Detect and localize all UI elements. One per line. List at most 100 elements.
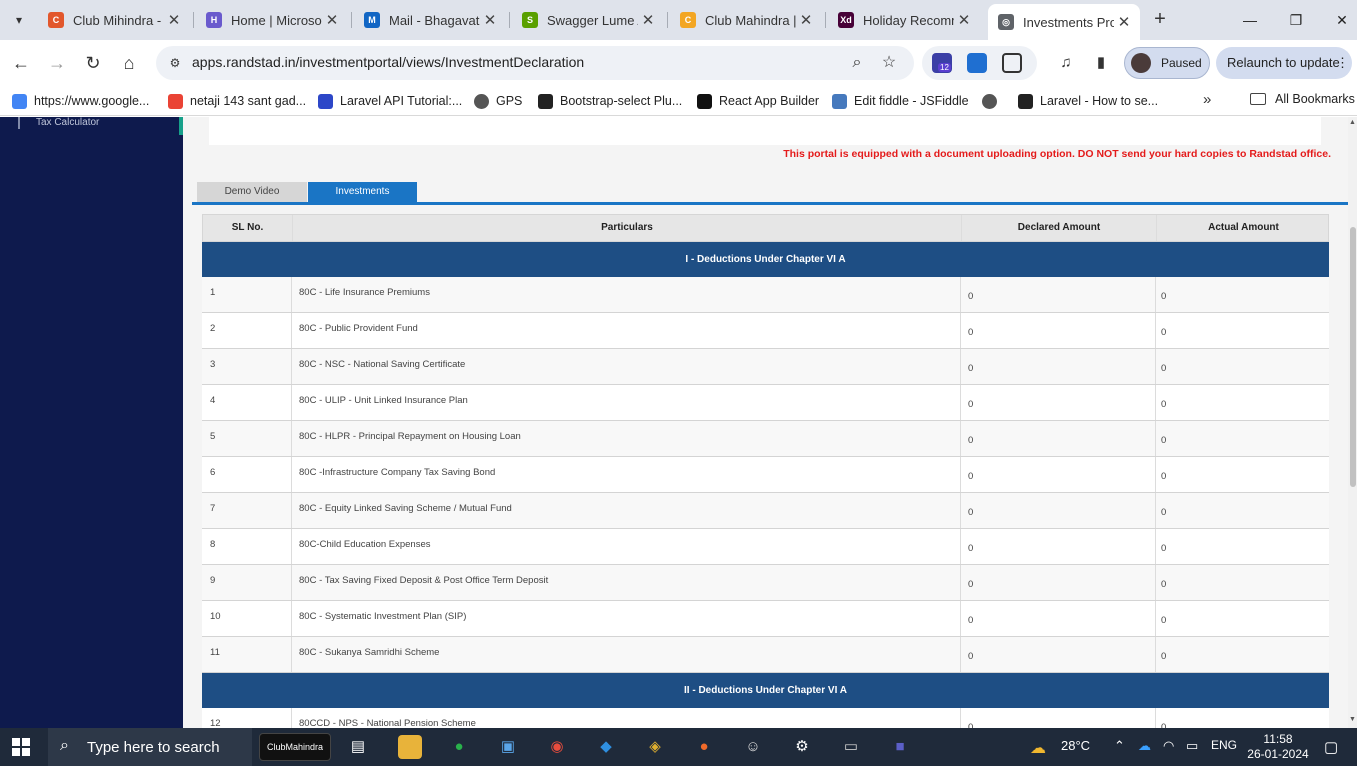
url-text[interactable]: apps.randstad.in/investmentportal/views/… [192, 54, 584, 70]
back-button[interactable]: ← [9, 51, 33, 75]
scroll-down-icon[interactable]: ▼ [1349, 716, 1356, 723]
taskbar-clock[interactable]: 11:58 26-01-2024 [1243, 732, 1313, 762]
all-bookmarks-button[interactable]: All Bookmarks [1250, 92, 1355, 106]
teams-icon[interactable]: ■ [888, 735, 912, 759]
wifi-icon[interactable]: ◠ [1163, 738, 1174, 754]
site-info-icon[interactable]: ⚙ [166, 54, 184, 72]
battery-icon[interactable]: ▭ [1186, 738, 1198, 754]
extensions-puzzle-icon[interactable] [1002, 53, 1022, 73]
task-view-icon[interactable]: ▤ [346, 735, 370, 759]
media-control-icon[interactable]: ♫ [1055, 52, 1077, 74]
tab-separator [509, 12, 510, 28]
address-bar[interactable]: ⚙ apps.randstad.in/investmentportal/view… [156, 46, 914, 80]
sidebar-item-tax-calculator[interactable]: Tax Calculator [36, 117, 99, 128]
declared-amount-cell[interactable]: 0 [961, 313, 1156, 348]
declared-amount-cell[interactable]: 0 [961, 457, 1156, 492]
git-app-icon[interactable]: ◈ [643, 735, 667, 759]
bookmark-item[interactable]: React App Builder [697, 92, 819, 110]
tab-search-button[interactable]: ▾ [6, 8, 32, 32]
start-button[interactable] [12, 738, 30, 756]
reload-button[interactable]: ↻ [81, 51, 105, 75]
browser-tab[interactable]: H Home | Microsof ✕ [196, 6, 348, 34]
scrollbar-thumb[interactable] [1350, 227, 1356, 487]
browser-tab[interactable]: S Swagger Lume A ✕ [512, 6, 664, 34]
bookmark-item[interactable]: Edit fiddle - JSFiddle [832, 92, 969, 110]
minimize-button[interactable]: — [1230, 6, 1270, 34]
particular-cell: 80C - Equity Linked Saving Scheme / Mutu… [292, 493, 961, 528]
vscode-icon[interactable]: ◆ [594, 735, 618, 759]
declared-amount-cell[interactable]: 0 [961, 565, 1156, 600]
taskbar-search[interactable]: ⌕ Type here to search [48, 728, 252, 766]
declared-amount-cell[interactable]: 0 [961, 349, 1156, 384]
declared-amount-cell[interactable]: 0 [961, 385, 1156, 420]
tab-favicon-icon: S [522, 12, 538, 28]
relaunch-button[interactable]: Relaunch to update ⋮ [1216, 47, 1352, 79]
app-green-icon[interactable]: ● [447, 735, 471, 759]
tab-investments[interactable]: Investments [308, 182, 417, 202]
browser-tab[interactable]: Xd Holiday Recomm ✕ [828, 6, 980, 34]
language-indicator[interactable]: ENG [1211, 738, 1237, 752]
declared-amount-cell[interactable]: 0 [961, 708, 1156, 728]
declared-amount-cell[interactable]: 0 [961, 637, 1156, 672]
scroll-up-icon[interactable]: ▲ [1349, 119, 1356, 126]
tab-close-icon[interactable]: ✕ [480, 11, 500, 29]
extension-windows-icon[interactable] [967, 53, 987, 73]
declared-amount-cell[interactable]: 0 [961, 493, 1156, 528]
bookmark-item[interactable]: Laravel - How to se... [1018, 92, 1158, 110]
tray-chevron-up-icon[interactable]: ⌃ [1114, 738, 1125, 754]
close-window-button[interactable]: ✕ [1322, 6, 1357, 34]
declared-amount-cell[interactable]: 0 [961, 601, 1156, 636]
bookmark-item[interactable] [982, 92, 1004, 110]
bookmark-label: Laravel API Tutorial:... [340, 94, 463, 108]
bookmark-item[interactable]: netaji 143 sant gad... [168, 92, 306, 110]
chrome-icon[interactable]: ◉ [545, 735, 569, 759]
weather-icon[interactable]: ☁ [1030, 738, 1046, 758]
settings-gear-icon[interactable]: ⚙ [790, 735, 814, 759]
tab-close-icon[interactable]: ✕ [638, 11, 658, 29]
notification-icon[interactable]: ▢ [1324, 738, 1338, 756]
weather-temp[interactable]: 28°C [1061, 738, 1090, 753]
more-vert-icon[interactable]: ⋮ [1336, 55, 1349, 71]
header-declared-amount: Declared Amount [962, 215, 1157, 241]
file-explorer-icon[interactable] [398, 735, 422, 759]
side-panel-icon[interactable]: ▮ [1090, 52, 1112, 74]
tab-close-icon[interactable]: ✕ [322, 11, 342, 29]
tab-close-icon[interactable]: ✕ [954, 11, 974, 29]
browser-tab[interactable]: C Club Mihindra - ✕ [38, 6, 190, 34]
bookmark-item[interactable]: Bootstrap-select Plu... [538, 92, 682, 110]
declared-amount-cell[interactable]: 0 [961, 421, 1156, 456]
sl-no-cell: 7 [202, 493, 292, 528]
tab-demo-video[interactable]: Demo Video [197, 182, 307, 202]
taskbar-clubmahindra-app[interactable]: ClubMahindra [259, 733, 331, 761]
declared-amount-cell[interactable]: 0 [961, 529, 1156, 564]
browser-tab[interactable]: C Club Mahindra | ✕ [670, 6, 822, 34]
tab-close-icon[interactable]: ✕ [1114, 13, 1134, 31]
app-blue-icon[interactable]: ▣ [496, 735, 520, 759]
declared-amount-cell[interactable]: 0 [961, 277, 1156, 312]
bookmark-star-icon[interactable]: ☆ [878, 52, 900, 74]
profile-button[interactable]: Paused [1124, 47, 1210, 79]
tab-close-icon[interactable]: ✕ [164, 11, 184, 29]
bookmark-item[interactable]: GPS [474, 92, 522, 110]
browser-tab[interactable]: M Mail - Bhagavat ✕ [354, 6, 506, 34]
actual-amount-cell: 0 [1161, 651, 1167, 662]
zoom-search-icon[interactable]: ⌕ [846, 52, 868, 74]
new-tab-button[interactable]: + [1148, 8, 1172, 32]
reload-icon: ↻ [85, 53, 101, 73]
maximize-button[interactable]: ❐ [1276, 6, 1316, 34]
terminal-icon[interactable]: ▭ [839, 735, 863, 759]
page-scrollbar[interactable]: ▲ ▼ [1348, 117, 1357, 728]
bookmark-item[interactable]: https://www.google... [12, 92, 149, 110]
forward-button[interactable]: → [45, 51, 69, 75]
app-face-icon[interactable]: ☺ [741, 735, 765, 759]
extension-badge: 12 [938, 63, 951, 72]
table-row: 12 80CCD - NPS - National Pension Scheme 0… [202, 708, 1329, 728]
postman-icon[interactable]: ● [692, 735, 716, 759]
home-button[interactable]: ⌂ [117, 51, 141, 75]
bookmark-item[interactable]: Laravel API Tutorial:... [318, 92, 462, 110]
bookmarks-overflow-icon[interactable]: » [1203, 91, 1211, 108]
main-panel: This portal is equipped with a document … [183, 117, 1348, 728]
tab-close-icon[interactable]: ✕ [796, 11, 816, 29]
browser-tab[interactable]: ◎ Investments Pro ✕ [988, 4, 1140, 40]
onedrive-icon[interactable]: ☁ [1138, 738, 1151, 754]
